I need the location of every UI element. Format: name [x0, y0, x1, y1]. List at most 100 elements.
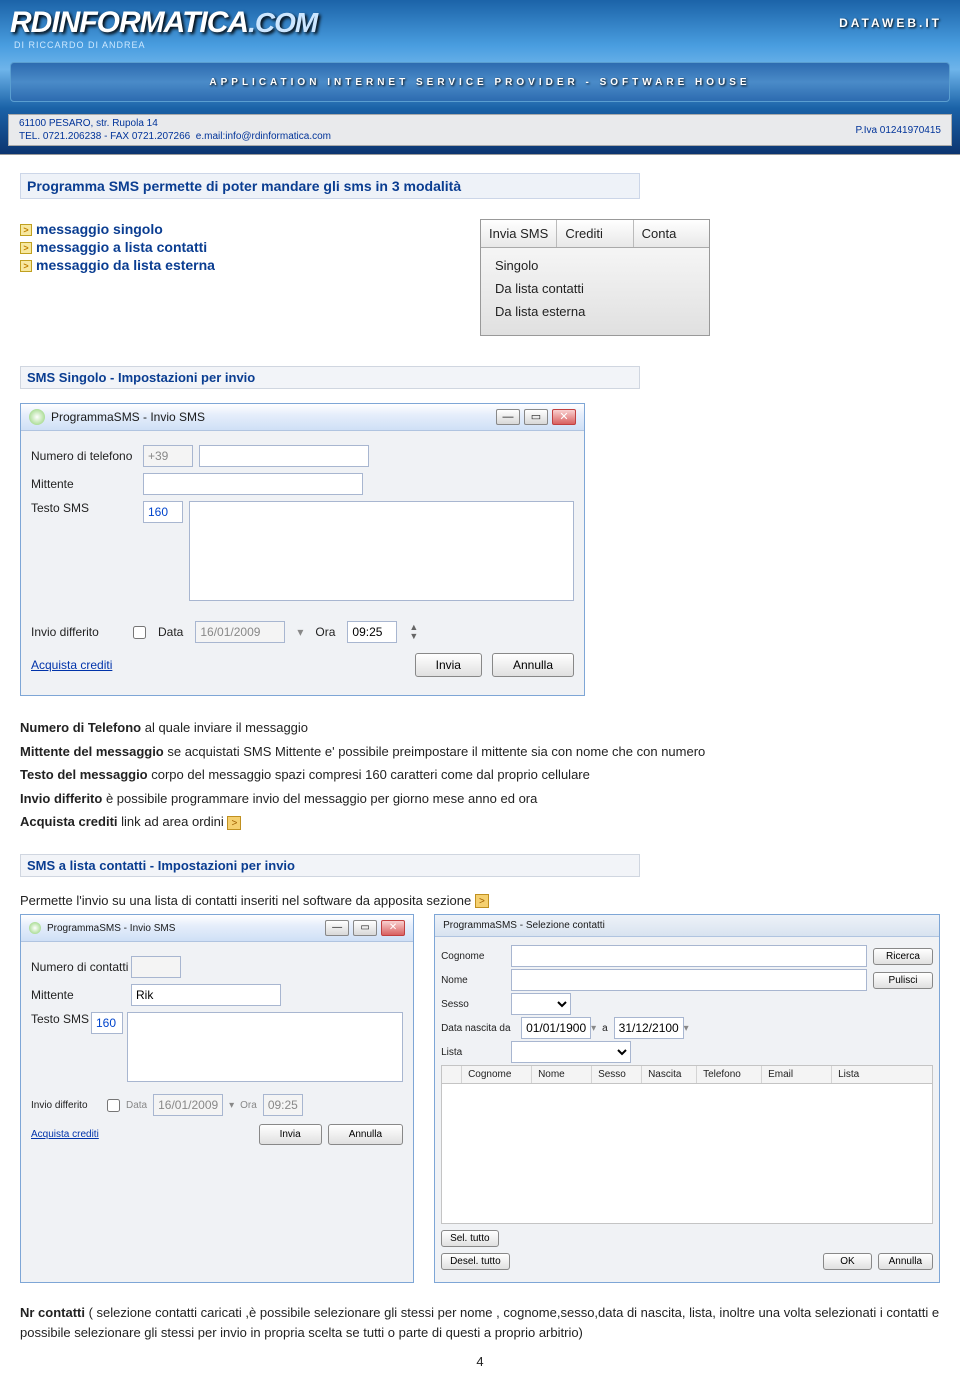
close-button[interactable]: ✕: [552, 409, 576, 425]
label-differito: Invio differito: [31, 625, 121, 639]
dataweb-label: DATAWEB.IT: [839, 16, 942, 30]
label-data-da: Data nascita da: [441, 1023, 521, 1034]
label-a: a: [596, 1023, 614, 1034]
input-mittente[interactable]: [131, 984, 281, 1006]
input-data[interactable]: [195, 621, 285, 643]
textarea-sms[interactable]: [189, 501, 574, 601]
col-telefono: Telefono: [697, 1066, 762, 1083]
label-testo-sms: Testo SMS: [31, 1012, 91, 1026]
section-heading-lista: SMS a lista contatti - Impostazioni per …: [20, 854, 640, 877]
link-acquista-crediti[interactable]: Acquista crediti: [31, 658, 112, 672]
col-lista: Lista: [832, 1066, 932, 1083]
button-pulisci[interactable]: Pulisci: [873, 972, 933, 989]
input-nome[interactable]: [511, 969, 867, 991]
window-title: ProgrammaSMS - Invio SMS: [47, 923, 175, 934]
desc-mittente-text: se acquistati SMS Mittente e' possibile …: [164, 744, 706, 759]
input-prefix[interactable]: [143, 445, 193, 467]
close-button[interactable]: ✕: [381, 920, 405, 936]
label-nrcontatti: Numero di contatti: [31, 960, 131, 974]
input-data-da[interactable]: [521, 1017, 591, 1039]
menu-tab-contatti[interactable]: Conta: [634, 220, 709, 247]
charcount: [91, 1012, 123, 1034]
menu-item-da-lista-esterna[interactable]: Da lista esterna: [485, 300, 705, 323]
info-bar: 61100 PESARO, str. Rupola 14 TEL. 0721.2…: [8, 114, 952, 146]
window-title: ProgrammaSMS - Selezione contatti: [443, 920, 605, 931]
table-body[interactable]: [441, 1084, 933, 1224]
charcount: [143, 501, 183, 523]
input-data-a[interactable]: [614, 1017, 684, 1039]
window-title: ProgrammaSMS - Invio SMS: [51, 410, 205, 424]
menu-tab-crediti[interactable]: Crediti: [557, 220, 633, 247]
bullet-external: messaggio da lista esterna: [36, 257, 215, 273]
desc-differito-text: è possibile programmare invio del messag…: [102, 791, 537, 806]
select-lista[interactable]: [511, 1041, 631, 1063]
desc-mittente-label: Mittente del messaggio: [20, 744, 164, 759]
col-nome: Nome: [532, 1066, 592, 1083]
minimize-button[interactable]: —: [325, 920, 349, 936]
menu-screenshot: Invia SMS Crediti Conta Singolo Da lista…: [480, 219, 710, 336]
select-sesso[interactable]: [511, 993, 571, 1015]
input-cognome[interactable]: [511, 945, 867, 967]
window-selezione-contatti: ProgrammaSMS - Selezione contatti Cognom…: [434, 914, 940, 1283]
app-icon: [29, 409, 45, 425]
bullet-single: messaggio singolo: [36, 221, 163, 237]
menu-tab-invia-sms[interactable]: Invia SMS: [481, 220, 557, 247]
desc-lista-text: Permette l'invio su una lista di contatt…: [20, 893, 471, 908]
menu-item-da-lista-contatti[interactable]: Da lista contatti: [485, 277, 705, 300]
link-acquista-crediti[interactable]: Acquista crediti: [31, 1129, 99, 1140]
label-mittente: Mittente: [31, 988, 131, 1002]
label-data: Data: [126, 1100, 147, 1111]
label-sesso: Sesso: [441, 999, 511, 1010]
maximize-button[interactable]: ▭: [353, 920, 377, 936]
banner-tagline: APPLICATION INTERNET SERVICE PROVIDER - …: [209, 77, 750, 88]
input-nrcontatti: [131, 956, 181, 978]
button-ricerca[interactable]: Ricerca: [873, 948, 933, 965]
banner-tagline-bar: APPLICATION INTERNET SERVICE PROVIDER - …: [10, 62, 950, 102]
textarea-sms[interactable]: [127, 1012, 403, 1082]
button-invia[interactable]: Invia: [259, 1124, 322, 1145]
label-phone: Numero di telefono: [31, 449, 143, 463]
desc-testo-text: corpo del messaggio spazi compresi 160 c…: [148, 767, 590, 782]
logo: RDINFORMATICA.COM: [10, 6, 317, 40]
label-nome: Nome: [441, 975, 511, 986]
col-sesso: Sesso: [592, 1066, 642, 1083]
desc-acquista-label: Acquista crediti: [20, 814, 118, 829]
app-icon: [29, 922, 41, 934]
input-phone[interactable]: [199, 445, 369, 467]
button-invia[interactable]: Invia: [415, 653, 482, 677]
bullet-list: messaggio a lista contatti: [36, 239, 207, 255]
button-desel-tutto[interactable]: Desel. tutto: [441, 1253, 510, 1270]
input-ora[interactable]: [263, 1094, 303, 1116]
input-data[interactable]: [153, 1094, 223, 1116]
link-icon: >: [475, 894, 489, 908]
input-mittente[interactable]: [143, 473, 363, 495]
minimize-button[interactable]: —: [496, 409, 520, 425]
button-annulla[interactable]: Annulla: [328, 1124, 403, 1145]
desc-differito-label: Invio differito: [20, 791, 102, 806]
logo-subtitle: DI RICCARDO DI ANDREA: [14, 40, 146, 50]
company-address: 61100 PESARO, str. Rupola 14: [19, 117, 331, 130]
footer-nr-label: Nr contatti: [20, 1305, 85, 1320]
label-mittente: Mittente: [31, 477, 143, 491]
label-ora: Ora: [315, 625, 335, 639]
checkbox-differito[interactable]: [107, 1099, 120, 1112]
col-email: Email: [762, 1066, 832, 1083]
label-testo-sms: Testo SMS: [31, 501, 143, 515]
page-number: 4: [20, 1354, 940, 1369]
button-ok[interactable]: OK: [823, 1253, 871, 1270]
label-differito: Invio differito: [31, 1100, 101, 1111]
spinner-icon[interactable]: ▲▼: [409, 623, 418, 641]
desc-testo-label: Testo del messaggio: [20, 767, 148, 782]
input-ora[interactable]: [347, 621, 397, 643]
desc-acquista-text: link ad area ordini: [118, 814, 224, 829]
desc-phone-label: Numero di Telefono: [20, 720, 141, 735]
button-annulla[interactable]: Annulla: [878, 1253, 933, 1270]
button-sel-tutto[interactable]: Sel. tutto: [441, 1230, 498, 1247]
menu-item-singolo[interactable]: Singolo: [485, 254, 705, 277]
company-piva: P.Iva 01241970415: [856, 125, 941, 136]
maximize-button[interactable]: ▭: [524, 409, 548, 425]
desc-phone-text: al quale inviare il messaggio: [141, 720, 308, 735]
button-annulla[interactable]: Annulla: [492, 653, 574, 677]
checkbox-differito[interactable]: [133, 626, 146, 639]
label-lista: Lista: [441, 1047, 511, 1058]
